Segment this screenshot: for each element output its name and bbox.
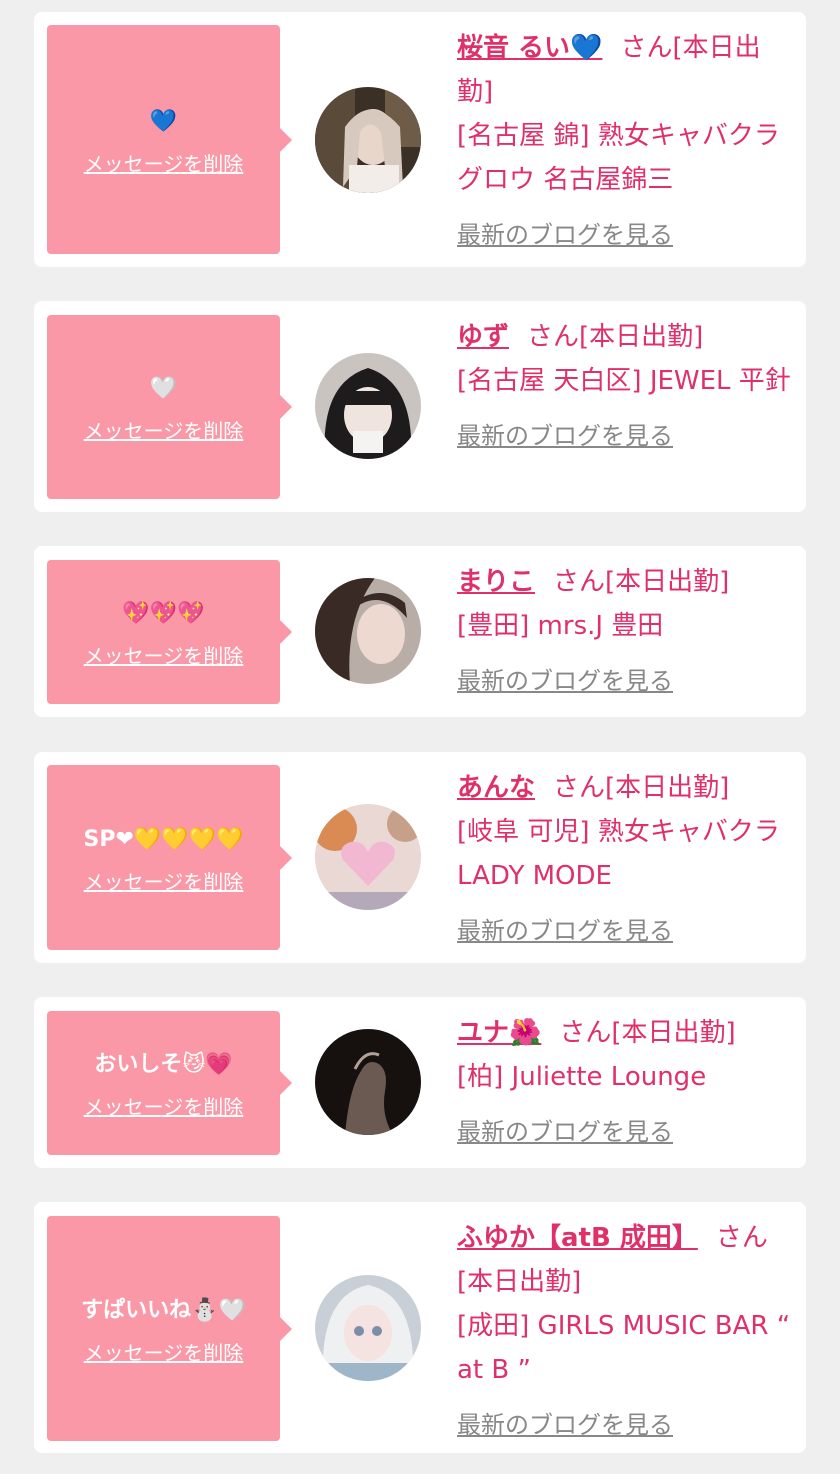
honorific: さん (559, 1018, 612, 1048)
message-card: 💖💖💖 メッセージを削除 まりこ さん[本日出勤] [豊田] mrs.J 豊田 最… (34, 546, 806, 717)
avatar[interactable] (315, 87, 421, 193)
shop-location: [柏] Juliette Lounge (457, 1062, 707, 1092)
delete-message-link[interactable]: メッセージを削除 (84, 869, 244, 895)
girl-info: まりこ さん[本日出勤] [豊田] mrs.J 豊田 最新のブログを見る (457, 560, 792, 696)
message-text: SP❤💛💛💛💛 (83, 826, 244, 852)
latest-blog-link[interactable]: 最新のブログを見る (457, 916, 792, 946)
attendance-status: [本日出勤] (611, 1018, 736, 1048)
message-text: おいしそ😼💗 (94, 1052, 233, 1077)
shop-location: [岐阜 可児] 熟女キャバクラ LADY MODE (457, 817, 780, 891)
message-card: おいしそ😼💗 メッセージを削除 ユナ🌺 さん[本日出勤] [柏] Juliette… (34, 997, 806, 1168)
girl-name-link[interactable]: 桜音 るい💙 (457, 33, 602, 63)
message-text: すぱいいね⛄🤍 (81, 1297, 246, 1323)
message-bubble: すぱいいね⛄🤍 メッセージを削除 (47, 1216, 292, 1441)
girl-info: あんな さん[本日出勤] [岐阜 可児] 熟女キャバクラ LADY MODE 最新… (457, 766, 792, 946)
avatar[interactable] (315, 353, 421, 459)
latest-blog-link[interactable]: 最新のブログを見る (457, 220, 792, 250)
message-text: 💙 (149, 108, 178, 134)
latest-blog-link[interactable]: 最新のブログを見る (457, 1117, 792, 1147)
message-bubble: 🤍 メッセージを削除 (47, 315, 292, 499)
message-text: 💖💖💖 (122, 601, 205, 626)
message-card: 💙 メッセージを削除 桜音 るい💙 さん[本日出勤] [名古屋 錦] 熟女キャバク… (34, 12, 806, 267)
attendance-status: [本日出勤] (457, 1267, 582, 1297)
girl-info: ユナ🌺 さん[本日出勤] [柏] Juliette Lounge 最新のブログを見… (457, 1011, 792, 1147)
avatar[interactable] (315, 578, 421, 684)
latest-blog-link[interactable]: 最新のブログを見る (457, 421, 792, 451)
honorific: さん (527, 322, 580, 352)
girl-name-link[interactable]: あんな (457, 773, 535, 803)
honorific: さん (553, 567, 606, 597)
message-card: SP❤💛💛💛💛 メッセージを削除 あんな さん[本日出勤] [岐阜 可児] 熟女キ… (34, 752, 806, 963)
message-bubble: 💖💖💖 メッセージを削除 (47, 560, 292, 704)
shop-location: [名古屋 天白区] JEWEL 平針 (457, 366, 791, 396)
shop-location: [名古屋 錦] 熟女キャバクラグロウ 名古屋錦三 (457, 121, 780, 195)
girl-info: 桜音 るい💙 さん[本日出勤] [名古屋 錦] 熟女キャバクラグロウ 名古屋錦三 … (457, 26, 792, 250)
honorific: さん (553, 773, 606, 803)
delete-message-link[interactable]: メッセージを削除 (84, 151, 244, 177)
attendance-status: [本日出勤] (605, 773, 730, 803)
girl-name-link[interactable]: ゆず (457, 322, 509, 352)
message-card: 🤍 メッセージを削除 ゆず さん[本日出勤] [名古屋 天白区] JEWEL 平針… (34, 301, 806, 512)
delete-message-link[interactable]: メッセージを削除 (84, 1340, 244, 1366)
girl-name-link[interactable]: ユナ🌺 (457, 1018, 541, 1048)
honorific: さん (620, 33, 673, 63)
delete-message-link[interactable]: メッセージを削除 (84, 1094, 244, 1120)
delete-message-link[interactable]: メッセージを削除 (84, 418, 244, 444)
girl-info: ふゆか【atB 成田】 さん [本日出勤] [成田] GIRLS MUSIC BAR… (457, 1216, 792, 1440)
girl-name-link[interactable]: まりこ (457, 567, 535, 597)
shop-location: [豊田] mrs.J 豊田 (457, 611, 664, 641)
avatar[interactable] (315, 804, 421, 910)
girl-name-link[interactable]: ふゆか【atB 成田】 (457, 1223, 698, 1253)
attendance-status: [本日出勤] (579, 322, 704, 352)
avatar[interactable] (315, 1275, 421, 1381)
latest-blog-link[interactable]: 最新のブログを見る (457, 1410, 792, 1440)
message-card: すぱいいね⛄🤍 メッセージを削除 ふゆか【atB 成田】 さん [本日出勤] [成田… (34, 1202, 806, 1453)
message-bubble: 💙 メッセージを削除 (47, 25, 292, 254)
avatar[interactable] (315, 1029, 421, 1135)
delete-message-link[interactable]: メッセージを削除 (84, 643, 244, 669)
attendance-status: [本日出勤] (605, 567, 730, 597)
girl-info: ゆず さん[本日出勤] [名古屋 天白区] JEWEL 平針 最新のブログを見る (457, 315, 792, 451)
message-bubble: おいしそ😼💗 メッセージを削除 (47, 1011, 292, 1155)
honorific: さん (715, 1223, 768, 1253)
shop-location: [成田] GIRLS MUSIC BAR “ at B ” (457, 1311, 791, 1385)
latest-blog-link[interactable]: 最新のブログを見る (457, 666, 792, 696)
message-bubble: SP❤💛💛💛💛 メッセージを削除 (47, 765, 292, 950)
message-text: 🤍 (149, 376, 178, 401)
